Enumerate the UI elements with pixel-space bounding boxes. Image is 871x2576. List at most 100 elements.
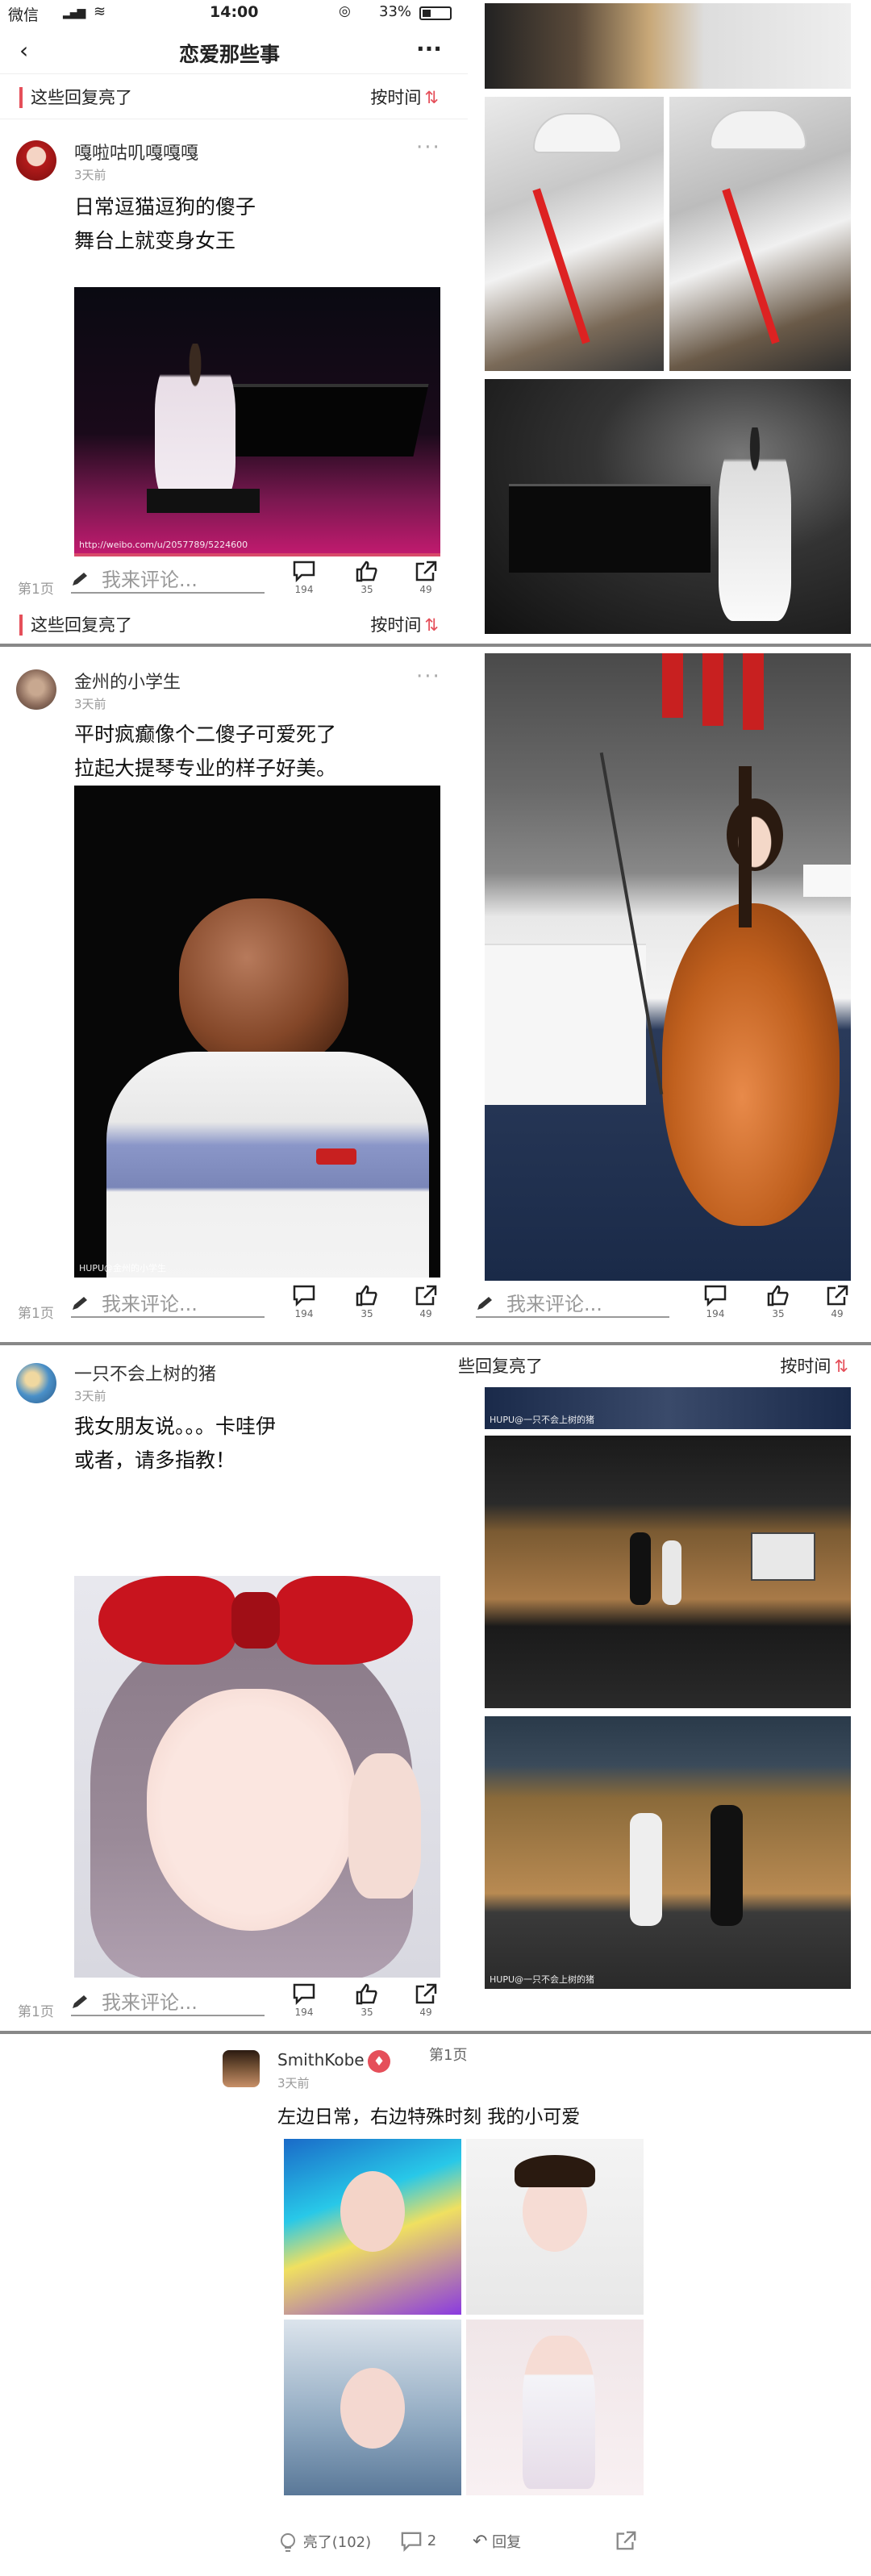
post-more-icon[interactable]: ···	[416, 135, 441, 160]
alarm-icon: ◎	[339, 3, 351, 19]
comment-input[interactable]: 我来评论...	[71, 1990, 265, 2016]
share-icon	[415, 1285, 437, 1306]
comment-placeholder: 我来评论...	[102, 1293, 198, 1315]
image-watermark: http://weibo.com/u/2057789/5224600	[79, 540, 248, 550]
comment-icon	[293, 1285, 315, 1307]
post-image-cap-cat-right[interactable]	[669, 97, 851, 371]
grid-image-denim-hood[interactable]	[284, 2320, 461, 2495]
comment-input[interactable]: 我来评论...	[476, 1292, 669, 1318]
post-content: 平时疯癫像个二傻子可爱死了 拉起大提琴专业的样子好美。	[74, 718, 336, 786]
lantern-shape	[743, 653, 764, 730]
table-shape	[485, 944, 646, 1105]
pencil-icon	[73, 1995, 87, 2008]
cap-shape	[533, 113, 622, 153]
avatar[interactable]	[223, 2050, 260, 2087]
image-watermark: HUPU@金州的小学生	[79, 1263, 167, 1273]
strap-shape	[532, 188, 590, 344]
like-count: 35	[360, 1308, 373, 1319]
share-button[interactable]: 49	[406, 1284, 446, 1319]
nav-title: 恋爱那些事	[179, 43, 281, 66]
avatar[interactable]	[16, 669, 56, 710]
comment-button[interactable]: 194	[284, 1284, 324, 1319]
post-image-cat-lap[interactable]	[485, 3, 851, 89]
grid-image-bride[interactable]	[466, 2139, 644, 2315]
post-action-bar: 第1页 我来评论... 194 35 49	[0, 1979, 468, 2028]
comment-placeholder: 我来评论...	[102, 569, 198, 591]
post-image-bag-head[interactable]: HUPU@金州的小学生	[74, 786, 440, 1278]
light-count: 亮了(102)	[302, 2534, 372, 2551]
comment-button[interactable]: 194	[284, 1982, 324, 2018]
pianist-figure	[155, 344, 235, 513]
comment-icon	[704, 1285, 727, 1307]
post-content: 我女朋友说。。。卡哇伊 或者，请多指教！	[74, 1410, 276, 1478]
post-username[interactable]: 嘎啦咕叽嘎嘎嘎	[74, 139, 198, 165]
share-button[interactable]: 49	[406, 560, 446, 595]
light-button[interactable]: 亮了(102)	[277, 2531, 371, 2554]
post-image-gym-1[interactable]	[485, 1436, 851, 1708]
post-image-gym-2[interactable]: HUPU@一只不会上树的猪	[485, 1716, 851, 1989]
sort-icon: ⇅	[424, 88, 439, 107]
post-line: 我女朋友说。。。卡哇伊	[74, 1415, 277, 1438]
status-bar: 微信 ▂▄▆ ≋ 14:00 ◎ 33%	[0, 0, 468, 29]
comment-input[interactable]: 我来评论...	[71, 1292, 265, 1318]
reply-button[interactable]: ↶ 回复	[473, 2531, 521, 2552]
comment-button[interactable]: 194	[284, 560, 324, 595]
sort-icon: ⇅	[834, 1357, 848, 1376]
page-indicator: 第1页	[18, 581, 54, 598]
avatar[interactable]	[16, 1363, 56, 1403]
smith-time: 3天前	[277, 2076, 310, 2090]
like-button[interactable]: 35	[758, 1284, 798, 1319]
post-image-piano-stage[interactable]: http://weibo.com/u/2057789/5224600	[74, 287, 440, 553]
comment-count: 194	[294, 1308, 314, 1319]
face-shape	[340, 2368, 405, 2449]
share-button[interactable]: 49	[406, 1982, 446, 2018]
smith-share-button[interactable]	[615, 2529, 637, 2555]
post-image-top-strip[interactable]: HUPU@一只不会上树的猪	[485, 1387, 851, 1429]
comment-button[interactable]: 194	[695, 1284, 736, 1319]
lantern-shape	[702, 653, 723, 726]
grid-image-dress[interactable]	[466, 2320, 644, 2495]
hot-label: 这些回复亮了	[19, 87, 132, 108]
avatar[interactable]	[16, 140, 56, 181]
post-image-piano-bw[interactable]	[485, 379, 851, 634]
grid-image-neon[interactable]	[284, 2139, 461, 2315]
post-image-cap-cat-left[interactable]	[485, 97, 664, 371]
post-username[interactable]: 金州的小学生	[74, 668, 181, 694]
like-button[interactable]: 35	[347, 1982, 387, 2018]
share-button[interactable]: 49	[817, 1284, 857, 1319]
screenshot-panel-5: 一只不会上树的猪 3天前 我女朋友说。。。卡哇伊 或者，请多指教！ 第1页 我来…	[0, 1345, 468, 2032]
post-time: 3天前	[74, 168, 106, 182]
sort-button[interactable]: 按时间 ⇅	[370, 615, 439, 636]
screenshot-panel-6: 些回复亮了 按时间 ⇅ HUPU@一只不会上树的猪 HUPU@一只不会上树的猪	[452, 1345, 871, 2032]
musician-face	[727, 798, 783, 871]
like-button[interactable]: 35	[347, 1284, 387, 1319]
share-count: 49	[419, 1308, 432, 1319]
nav-bar: ‹ 恋爱那些事 ···	[0, 29, 468, 74]
post-image-cello[interactable]	[485, 653, 851, 1281]
cello-body	[662, 903, 840, 1226]
signal-icon: ▂▄▆	[63, 6, 85, 19]
like-count: 35	[360, 2007, 373, 2018]
bow-left	[98, 1576, 235, 1665]
hot-label: 这些回复亮了	[19, 615, 132, 636]
smith-username[interactable]: SmithKobe	[277, 2050, 365, 2070]
smith-comment-button[interactable]: 2	[400, 2531, 436, 2553]
smith-text: 左边日常，右边特殊时刻 我的小可爱	[277, 2107, 581, 2128]
post-username[interactable]: 一只不会上树的猪	[74, 1360, 216, 1386]
comment-input[interactable]: 我来评论...	[71, 568, 265, 594]
like-button[interactable]: 35	[347, 560, 387, 595]
post-image-red-bow-selfie[interactable]	[74, 1576, 440, 1978]
back-icon[interactable]: ‹	[19, 37, 28, 64]
nav-more-icon[interactable]: ···	[416, 35, 442, 62]
bag-shape	[179, 898, 348, 1068]
sort-button[interactable]: 按时间 ⇅	[370, 87, 439, 108]
post-content: 日常逗猫逗狗的傻子 舞台上就变身女王	[74, 190, 256, 258]
bench-shape	[147, 489, 260, 513]
cello-neck	[739, 766, 752, 927]
sort-label: 按时间	[370, 88, 422, 107]
post-more-icon[interactable]: ···	[416, 665, 441, 689]
post-action-bar: 第1页 我来评论... 194 35 49	[0, 1281, 468, 1329]
sort-button[interactable]: 按时间 ⇅	[780, 1353, 848, 1378]
badge-shape	[316, 1148, 356, 1165]
share-icon	[415, 1983, 437, 2004]
